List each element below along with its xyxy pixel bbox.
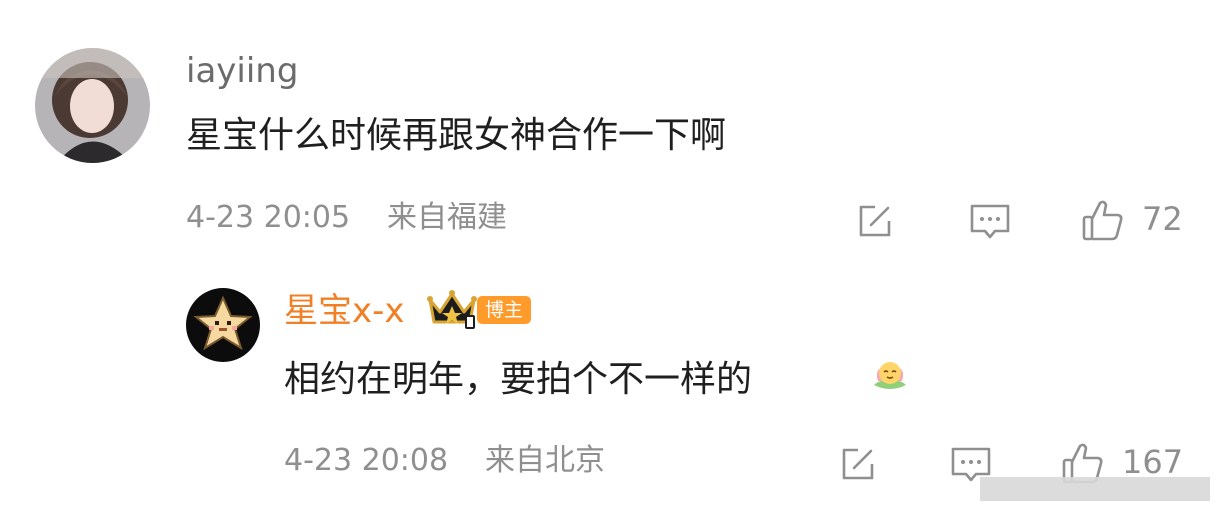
comment-like-count: 72 — [1142, 200, 1183, 238]
comment-like-button[interactable] — [1078, 195, 1128, 245]
share-icon — [842, 448, 874, 480]
thumbs-up-icon — [1082, 200, 1123, 241]
share-icon — [859, 205, 891, 237]
commenter-avatar[interactable] — [35, 48, 150, 163]
comment-location: 来自福建 — [387, 200, 507, 235]
reply-location: 来自北京 — [485, 443, 605, 478]
lotus-emoji — [869, 354, 911, 396]
commenter-username[interactable]: iayiing — [186, 54, 298, 88]
reply-username[interactable]: 星宝x-x — [284, 294, 405, 328]
comment-icon — [970, 204, 1010, 239]
author-badge: 博主 — [477, 296, 532, 324]
reply-timestamp: 4-23 20:08 — [284, 443, 449, 478]
crown-icon — [426, 288, 478, 334]
reply-avatar[interactable] — [186, 288, 260, 362]
comment-timestamp: 4-23 20:05 — [186, 200, 351, 235]
reply-share-button[interactable] — [836, 442, 880, 486]
comment-share-button[interactable] — [853, 199, 897, 243]
watermark-overlay — [980, 477, 1210, 501]
comment-reply-button[interactable] — [967, 199, 1013, 243]
reply-like-count: 167 — [1122, 443, 1184, 481]
reply-text: 相约在明年，要拍个不一样的 — [284, 359, 753, 400]
comment-text: 星宝什么时候再跟女神合作一下啊 — [186, 115, 727, 156]
